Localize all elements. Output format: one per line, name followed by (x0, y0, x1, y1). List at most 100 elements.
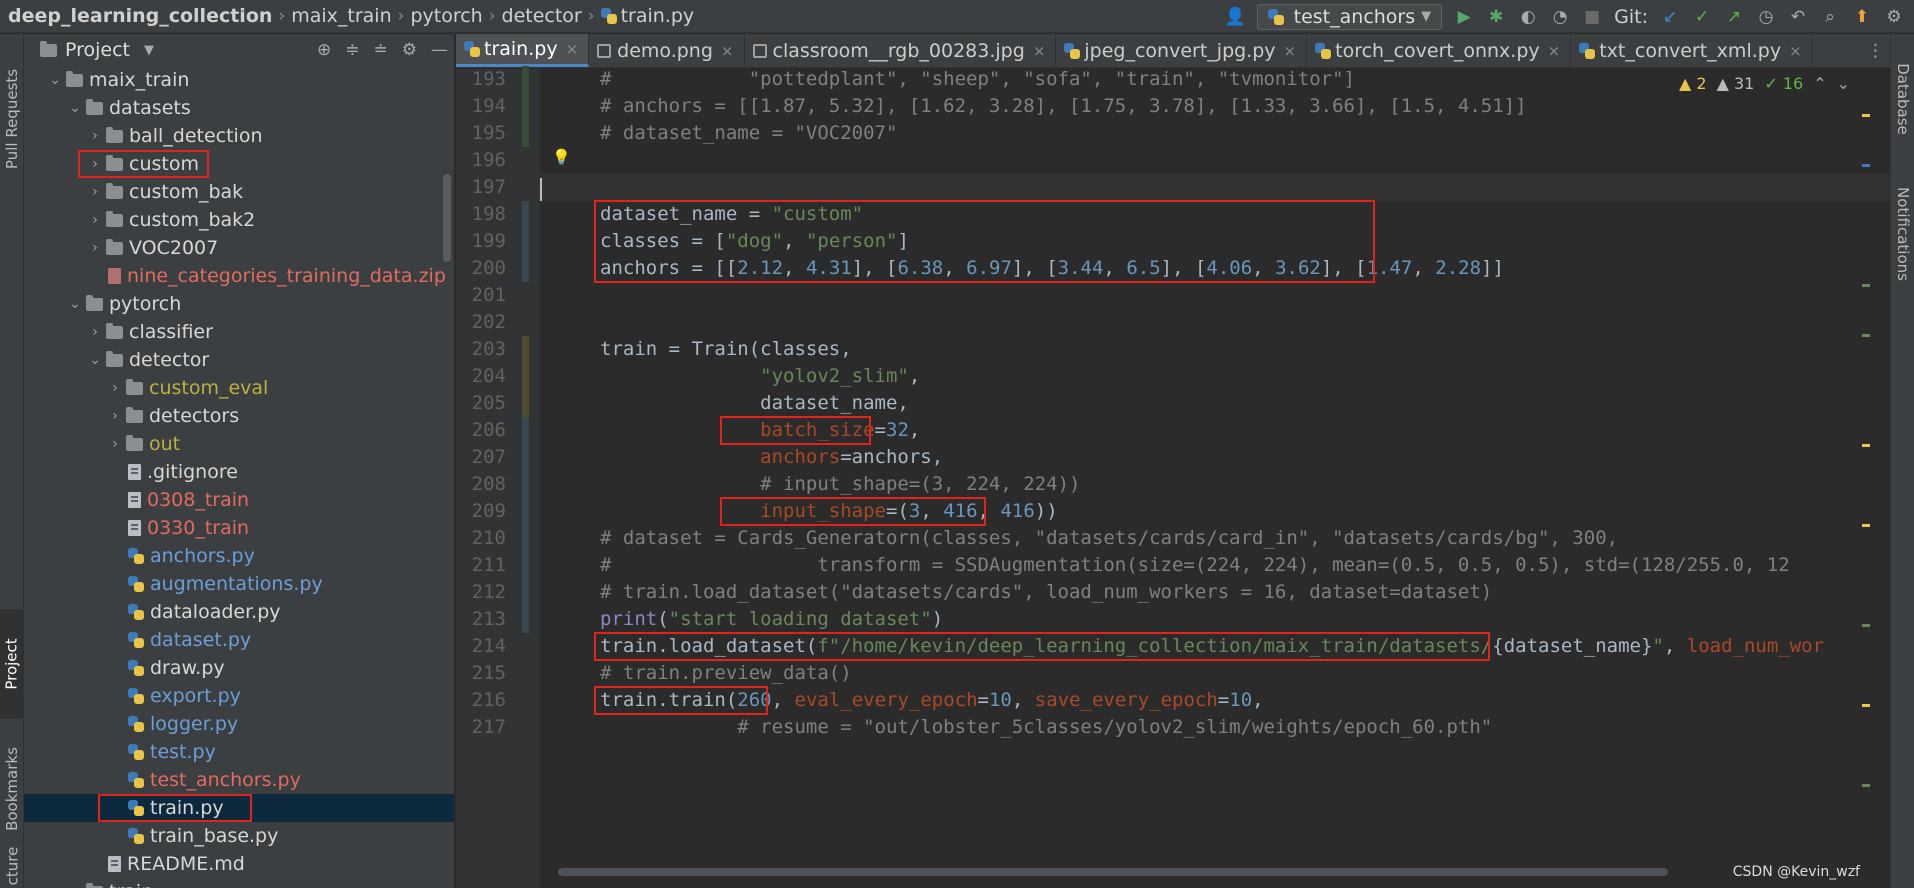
tree-folder[interactable]: › ball_detection (24, 122, 454, 150)
code-line[interactable]: 202 (472, 309, 1890, 336)
chevron-right-icon[interactable]: › (106, 408, 124, 424)
tree-folder[interactable]: › VOC2007 (24, 234, 454, 262)
tree-file[interactable]: dataset.py (24, 626, 454, 654)
breadcrumb-file[interactable]: train.py (621, 5, 695, 27)
tree-file[interactable]: dataloader.py (24, 598, 454, 626)
tree-file[interactable]: 0308_train (24, 486, 454, 514)
close-icon[interactable]: × (1033, 42, 1046, 60)
code-line[interactable]: 204 "yolov2_slim", (472, 363, 1890, 390)
chevron-down-icon[interactable]: ⌄ (46, 72, 64, 88)
code-line[interactable]: 210 # dataset = Cards_Generatorn(classes,… (472, 525, 1890, 552)
tree-file[interactable]: .gitignore (24, 458, 454, 486)
chevron-down-icon[interactable]: ▼ (144, 43, 154, 58)
chevron-right-icon[interactable]: › (86, 156, 104, 172)
tool-tab-notifications[interactable]: Notifications (1891, 164, 1914, 304)
tree-folder[interactable]: › detectors (24, 402, 454, 430)
breadcrumb-project[interactable]: deep_learning_collection (8, 5, 272, 27)
tool-tab-database[interactable]: Database (1891, 44, 1914, 154)
tree-file[interactable]: train.py (24, 794, 454, 822)
tree-file[interactable]: export.py (24, 682, 454, 710)
debug-icon[interactable]: ✱ (1486, 7, 1506, 27)
code-line[interactable]: 201 (472, 282, 1890, 309)
chevron-right-icon[interactable]: › (106, 436, 124, 452)
breadcrumb-item[interactable]: pytorch (410, 5, 482, 27)
close-icon[interactable]: × (721, 42, 734, 60)
breadcrumb-item[interactable]: maix_train (291, 5, 391, 27)
code-line[interactable]: 200 anchors = [[2.12, 4.31], [6.38, 6.97]… (472, 255, 1890, 282)
tool-tab-project[interactable]: Project (0, 609, 24, 719)
code-line[interactable]: 217 # resume = "out/lobster_5classes/yol… (472, 714, 1890, 741)
tree-file[interactable]: nine_categories_training_data.zip (24, 262, 454, 290)
tree-folder[interactable]: ⌄ maix_train (24, 66, 454, 94)
locate-icon[interactable]: ⊕ (317, 40, 331, 60)
tree-file[interactable]: draw.py (24, 654, 454, 682)
git-commit-icon[interactable]: ✓ (1692, 7, 1712, 27)
history-icon[interactable]: ◷ (1756, 7, 1776, 27)
tree-folder[interactable]: › out (24, 430, 454, 458)
coverage-icon[interactable]: ◐ (1518, 7, 1538, 27)
code-line[interactable]: 195 # dataset_name = "VOC2007" (472, 120, 1890, 147)
chevron-right-icon[interactable]: › (86, 240, 104, 256)
tree-folder[interactable]: ⌄ datasets (24, 94, 454, 122)
chevron-down-icon[interactable]: ⌄ (86, 352, 104, 368)
chevron-down-icon[interactable]: ⌄ (66, 296, 84, 312)
chevron-down-icon[interactable]: ⌄ (66, 100, 84, 116)
settings-icon[interactable]: ⚙ (1884, 7, 1904, 27)
tree-folder[interactable]: › custom (24, 150, 454, 178)
editor-tab[interactable]: torch_covert_onnx.py × (1307, 34, 1572, 67)
git-update-icon[interactable]: ↙ (1660, 7, 1680, 27)
code-line[interactable]: 214 train.load_dataset(f"/home/kevin/deep… (472, 633, 1890, 660)
tree-file[interactable]: augmentations.py (24, 570, 454, 598)
collapse-all-icon[interactable]: ≐ (374, 40, 388, 60)
editor-tab[interactable]: classroom__rgb_00283.jpg × (745, 34, 1057, 67)
search-icon[interactable]: ⌕ (1820, 7, 1840, 27)
close-icon[interactable]: × (1284, 42, 1297, 60)
gear-icon[interactable]: ⚙ (402, 40, 417, 60)
error-stripe[interactable] (1862, 104, 1870, 864)
editor-tab[interactable]: txt_convert_xml.py × (1571, 34, 1813, 67)
editor-tab[interactable]: jpeg_convert_jpg.py × (1056, 34, 1308, 67)
project-panel-title[interactable]: Project (65, 39, 130, 61)
chevron-right-icon[interactable]: › (86, 184, 104, 200)
tree-folder[interactable]: › train (24, 878, 454, 888)
vcs-change-marker[interactable] (522, 66, 529, 147)
tree-file[interactable]: test.py (24, 738, 454, 766)
tree-folder[interactable]: ⌄ detector (24, 346, 454, 374)
chevron-right-icon[interactable]: › (86, 324, 104, 340)
tree-file[interactable]: test_anchors.py (24, 766, 454, 794)
code-line[interactable]: 203 train = Train(classes, (472, 336, 1890, 363)
chevron-right-icon[interactable]: › (106, 380, 124, 396)
code-line[interactable]: 206 batch_size=32, (472, 417, 1890, 444)
run-icon[interactable]: ▶ (1454, 7, 1474, 27)
update-icon[interactable]: ⬆ (1852, 7, 1872, 27)
code-line[interactable]: 216 train.train(260, eval_every_epoch=10,… (472, 687, 1890, 714)
chevron-right-icon[interactable]: › (66, 884, 84, 888)
code-line[interactable]: 208 # input_shape=(3, 224, 224)) (472, 471, 1890, 498)
code-line[interactable]: 209 input_shape=(3, 416, 416)) (472, 498, 1890, 525)
tool-tab-bookmarks[interactable]: Bookmarks (0, 734, 24, 844)
editor-tab[interactable]: demo.png × (589, 34, 745, 67)
lightbulb-icon[interactable]: 💡 (552, 148, 571, 166)
tree-folder[interactable]: › custom_eval (24, 374, 454, 402)
tree-folder[interactable]: › custom_bak (24, 178, 454, 206)
profile-icon[interactable]: ◔ (1550, 7, 1570, 27)
tree-file[interactable]: anchors.py (24, 542, 454, 570)
breadcrumb-item[interactable]: detector (502, 5, 582, 27)
tree-file[interactable]: 0330_train (24, 514, 454, 542)
hide-icon[interactable]: — (431, 40, 448, 60)
rollback-icon[interactable]: ↶ (1788, 7, 1808, 27)
tree-folder[interactable]: › custom_bak2 (24, 206, 454, 234)
run-config-select[interactable]: test_anchors ▼ (1256, 3, 1443, 30)
tree-folder[interactable]: ⌄ pytorch (24, 290, 454, 318)
tree-folder[interactable]: › classifier (24, 318, 454, 346)
git-push-icon[interactable]: ↗ (1724, 7, 1744, 27)
tool-tab-pull-requests[interactable]: Pull Requests (0, 54, 24, 184)
close-icon[interactable]: × (566, 40, 579, 58)
code-line[interactable]: 215 # train.preview_data() (472, 660, 1890, 687)
code-line[interactable]: 213 print("start loading dataset") (472, 606, 1890, 633)
code-line[interactable]: 198 dataset_name = "custom" (472, 201, 1890, 228)
more-vertical-icon[interactable]: ⋮ (1867, 34, 1884, 67)
code-line[interactable]: 205 dataset_name, (472, 390, 1890, 417)
vcs-change-marker[interactable] (522, 201, 529, 282)
code-line[interactable]: 197 (472, 174, 1890, 201)
